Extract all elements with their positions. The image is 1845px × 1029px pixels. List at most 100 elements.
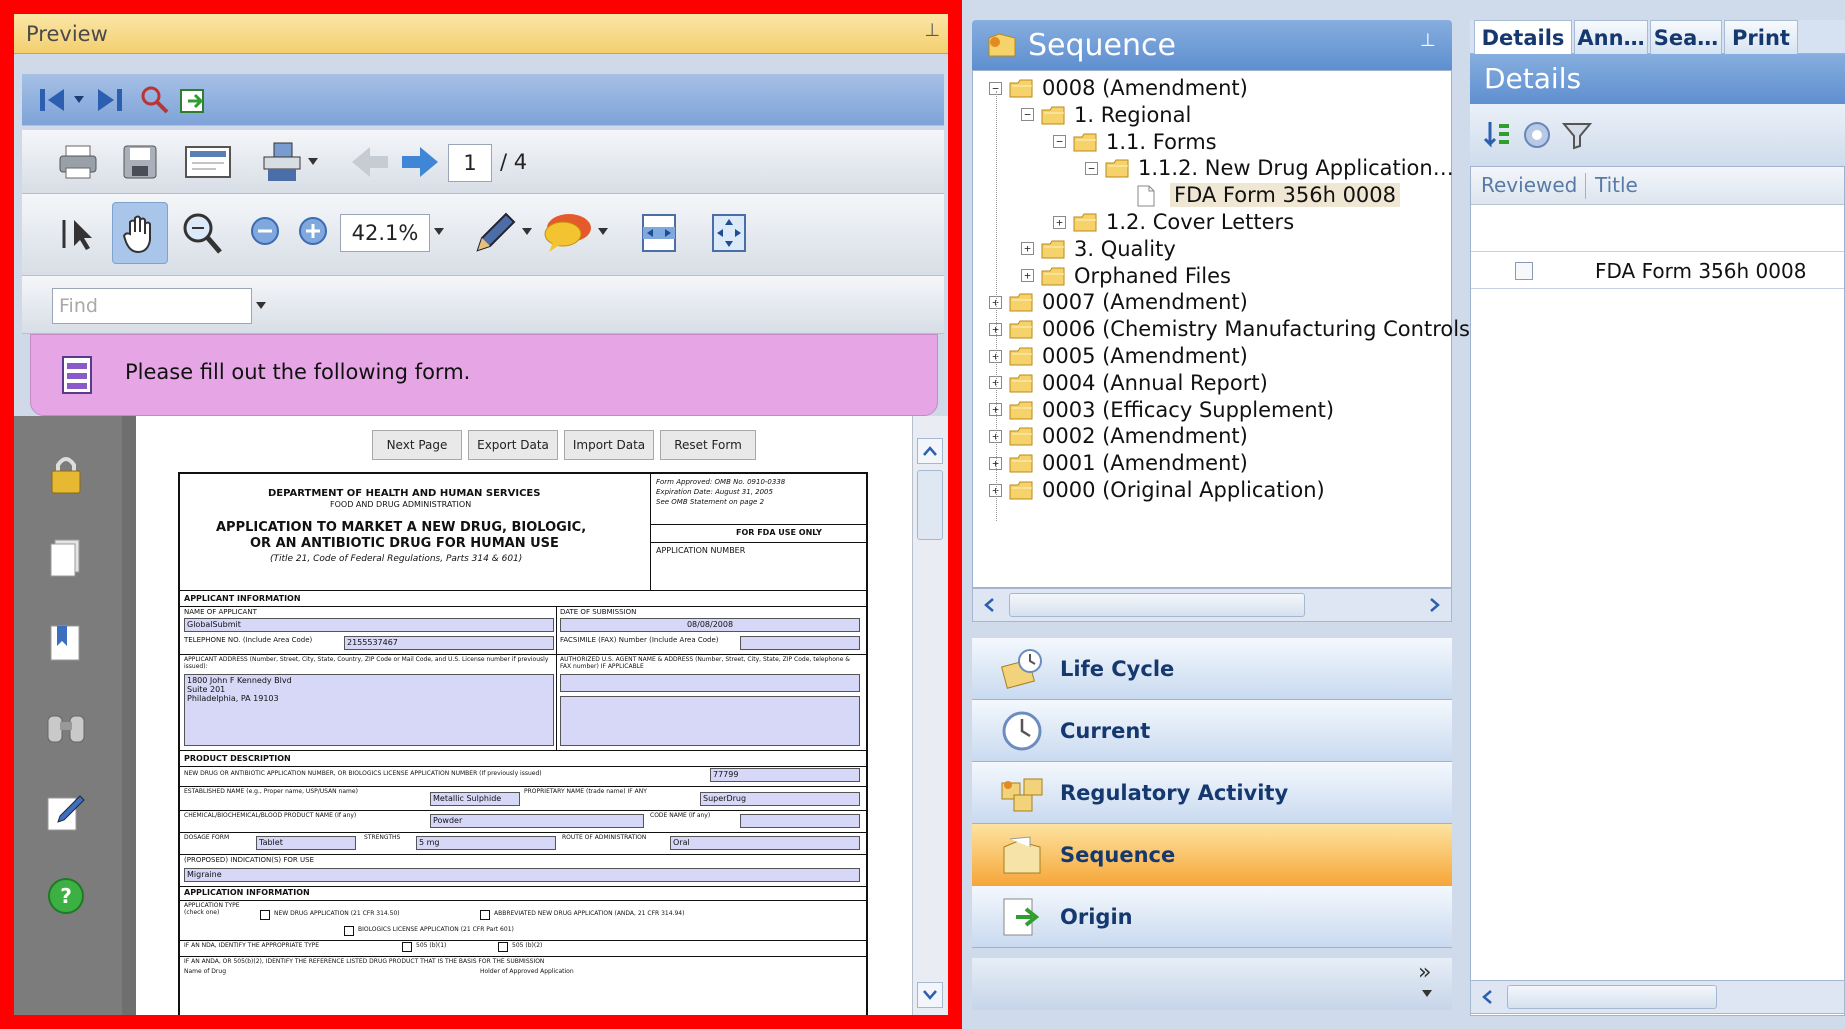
pen-icon[interactable] <box>470 208 518 258</box>
find-input[interactable]: Find <box>52 288 252 324</box>
scroll-left-icon[interactable] <box>977 593 1001 617</box>
pages-icon[interactable] <box>44 536 88 580</box>
signature-icon[interactable] <box>44 790 88 834</box>
scroll-thumb[interactable] <box>1009 593 1305 617</box>
details-horizontal-scrollbar[interactable] <box>1470 980 1845 1014</box>
tree-node[interactable]: +0000 (Original Application) <box>989 475 1325 505</box>
tree-node[interactable]: +0002 (Amendment) <box>989 421 1248 451</box>
hand-tool-icon[interactable] <box>112 202 168 264</box>
chevron-down-icon[interactable] <box>254 298 268 314</box>
submission-date-field[interactable]: 08/08/2008 <box>560 618 860 632</box>
nav-regulatory-activity[interactable]: Regulatory Activity <box>972 762 1452 824</box>
table-row[interactable]: FDA Form 356h 0008 <box>1471 251 1844 289</box>
collapse-icon[interactable]: − <box>1085 161 1098 175</box>
back-arrow-icon[interactable] <box>348 142 392 182</box>
tree-node[interactable]: −0008 (Amendment) <box>989 73 1248 103</box>
chevron-down-icon[interactable] <box>596 224 610 240</box>
reviewed-checkbox[interactable] <box>1515 262 1533 280</box>
pin-icon[interactable]: ⊥ <box>924 20 940 41</box>
tab-details[interactable]: Details <box>1474 20 1572 54</box>
filter-icon[interactable] <box>1560 118 1594 152</box>
reset-form-button[interactable]: Reset Form <box>660 430 756 460</box>
tree-node[interactable]: +0007 (Amendment) <box>989 287 1248 317</box>
refresh-icon[interactable] <box>1520 118 1554 152</box>
previous-page-icon[interactable] <box>36 84 70 116</box>
select-text-icon[interactable] <box>54 212 98 256</box>
applicant-name-field[interactable]: GlobalSubmit <box>184 618 554 632</box>
scroll-left-icon[interactable] <box>1475 985 1499 1009</box>
bookmarks-icon[interactable] <box>44 620 88 664</box>
fit-page-icon[interactable] <box>706 210 752 256</box>
more-buttons-icon[interactable]: » <box>1418 960 1431 985</box>
scroll-thumb[interactable] <box>917 470 943 540</box>
tree-node[interactable]: +0001 (Amendment) <box>989 448 1248 478</box>
tab-print[interactable]: Print <box>1724 20 1798 54</box>
strength-field[interactable]: 5 mg <box>416 836 556 850</box>
tab-search[interactable]: Sea… <box>1650 20 1722 54</box>
next-page-icon[interactable] <box>92 84 126 116</box>
nav-sequence[interactable]: Sequence <box>972 824 1452 886</box>
tree-node[interactable]: +3. Quality <box>1021 234 1176 264</box>
page-number-input[interactable]: 1 <box>448 144 492 182</box>
next-page-button[interactable]: Next Page <box>372 430 462 460</box>
established-name-field[interactable]: Metallic Sulphide <box>430 792 520 806</box>
chevron-down-icon[interactable] <box>306 154 320 170</box>
b2-checkbox[interactable] <box>498 942 508 952</box>
save-icon[interactable] <box>118 142 162 182</box>
route-field[interactable]: Oral <box>670 836 860 850</box>
scroll-thumb[interactable] <box>1507 985 1717 1009</box>
tree-node[interactable]: +1.2. Cover Letters <box>1053 207 1294 237</box>
chevron-down-icon[interactable] <box>1420 988 1434 1000</box>
zoom-level-field[interactable]: 42.1% <box>340 214 430 252</box>
fax-field[interactable] <box>740 636 860 650</box>
fit-width-icon[interactable] <box>636 210 682 256</box>
search-people-icon[interactable] <box>138 84 172 116</box>
help-icon[interactable]: ? <box>44 874 88 918</box>
import-data-button[interactable]: Import Data <box>564 430 654 460</box>
column-title[interactable]: Title <box>1595 173 1638 197</box>
tree-node[interactable]: +0004 (Annual Report) <box>989 368 1268 398</box>
zoom-in-icon[interactable] <box>296 214 330 248</box>
agent-name-field[interactable] <box>560 674 860 692</box>
tree-node[interactable]: − 1.1.2. New Drug Application… <box>1085 153 1454 183</box>
indication-field[interactable]: Migraine <box>184 868 860 882</box>
lock-icon[interactable] <box>44 452 88 496</box>
tree-node[interactable]: + Orphaned Files <box>1021 261 1231 291</box>
forward-arrow-icon[interactable] <box>398 142 442 182</box>
phone-field[interactable]: 2155537467 <box>344 636 554 650</box>
agent-address-field[interactable] <box>560 696 860 746</box>
expand-icon[interactable]: + <box>1021 242 1034 256</box>
code-name-field[interactable] <box>740 814 860 828</box>
nav-current[interactable]: Current <box>972 700 1452 762</box>
expand-icon[interactable]: + <box>1021 269 1034 283</box>
nda-number-field[interactable]: 77799 <box>710 768 860 782</box>
bla-checkbox[interactable] <box>344 926 354 936</box>
chevron-down-icon[interactable] <box>432 224 446 240</box>
email-icon[interactable] <box>182 142 234 182</box>
tab-annotations[interactable]: Ann… <box>1574 20 1648 54</box>
dosage-form-field[interactable]: Tablet <box>256 836 356 850</box>
nav-origin[interactable]: Origin <box>972 886 1452 948</box>
anda-checkbox[interactable] <box>480 910 490 920</box>
print-icon[interactable] <box>56 142 100 182</box>
tree-node[interactable]: − 1. Regional <box>1021 100 1191 130</box>
comment-icon[interactable] <box>540 208 596 258</box>
tree-node[interactable]: +0003 (Efficacy Supplement) <box>989 395 1334 425</box>
collapse-icon[interactable]: − <box>1053 135 1066 149</box>
stamp-icon[interactable] <box>258 140 306 184</box>
chevron-down-icon[interactable] <box>520 224 534 240</box>
zoom-tool-icon[interactable] <box>178 208 226 258</box>
chemical-name-field[interactable]: Powder <box>430 814 644 828</box>
tree-horizontal-scrollbar[interactable] <box>972 588 1452 622</box>
chevron-down-icon[interactable] <box>72 88 86 112</box>
export-data-button[interactable]: Export Data <box>468 430 558 460</box>
scroll-up-icon[interactable] <box>917 438 943 464</box>
column-reviewed[interactable]: Reviewed <box>1481 173 1577 197</box>
scroll-down-icon[interactable] <box>917 982 943 1008</box>
scroll-right-icon[interactable] <box>1423 593 1447 617</box>
vertical-scrollbar[interactable] <box>912 416 948 1015</box>
sort-icon[interactable] <box>1480 118 1514 152</box>
pin-icon[interactable]: ⊥ <box>1420 30 1436 51</box>
binoculars-icon[interactable] <box>44 706 88 750</box>
nda-checkbox[interactable] <box>260 910 270 920</box>
